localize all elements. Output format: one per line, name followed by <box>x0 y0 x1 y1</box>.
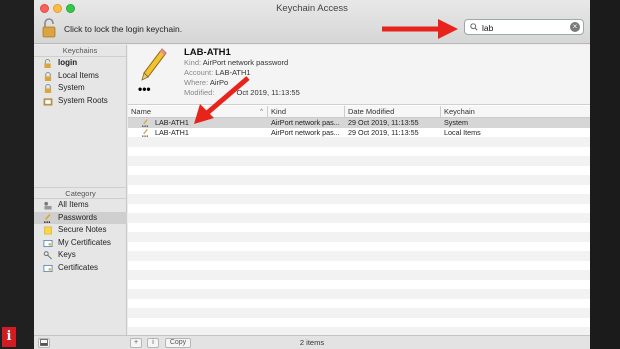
category-section: Category All Items Passwords Secure Note… <box>34 187 127 274</box>
sidebar-item-system[interactable]: System <box>34 82 126 95</box>
lock-open-icon <box>44 59 51 68</box>
sidebar-item-system-roots[interactable]: System Roots <box>34 95 126 108</box>
clear-search-icon[interactable]: × <box>570 22 580 32</box>
empty-row <box>128 166 590 176</box>
empty-rows <box>128 137 590 346</box>
empty-row <box>128 194 590 204</box>
password-pencil-icon <box>142 128 148 137</box>
window-title: Keychain Access <box>276 3 348 14</box>
sidebar-item-label: Passwords <box>58 212 98 222</box>
title-toolbar: Keychain Access Click to lock the login … <box>34 0 590 44</box>
kind-value: AirPort network password <box>202 58 289 67</box>
sidebar-item-label: Keys <box>58 250 76 259</box>
cell-kind: AirPort network pas... <box>271 118 340 127</box>
empty-row <box>128 299 590 309</box>
sidebar-item-secure-notes[interactable]: Secure Notes <box>34 224 127 237</box>
add-item-button[interactable]: + <box>130 338 142 348</box>
empty-row <box>128 147 590 157</box>
sidebar-item-local-items[interactable]: Local Items <box>34 70 126 83</box>
sidebar-item-label: Certificates <box>58 262 99 272</box>
cell-date: 29 Oct 2019, 11:13:55 <box>348 127 419 137</box>
keychain-window: Keychain Access Click to lock the login … <box>34 0 590 349</box>
empty-row <box>128 204 590 214</box>
kind-label: Kind: <box>184 58 202 67</box>
detail-title: LAB-ATH1 <box>184 47 231 58</box>
note-icon <box>44 226 52 235</box>
empty-row <box>128 232 590 242</box>
password-pencil-icon <box>142 119 148 127</box>
table-row[interactable]: LAB-ATH1 AirPort network pas... 29 Oct 2… <box>128 128 590 138</box>
sidebar-item-label: Local Items <box>58 70 99 80</box>
empty-row <box>128 308 590 318</box>
empty-row <box>128 318 590 328</box>
column-label: Name <box>131 107 152 116</box>
sidebar: Keychains login Local Items System Syste… <box>34 45 127 335</box>
lock-keychain-label[interactable]: Click to lock the login keychain. <box>64 24 182 34</box>
certificate-icon <box>43 264 53 272</box>
detail-kind: Kind: AirPort network password <box>184 58 288 67</box>
cell-kind: AirPort network pas... <box>271 127 340 137</box>
annotation-arrow-search <box>382 19 458 39</box>
folder-icon <box>43 98 53 105</box>
keychains-heading: Keychains <box>34 45 126 57</box>
empty-row <box>128 156 590 166</box>
password-pencil-icon <box>141 48 167 81</box>
pencil-dots-icon <box>44 213 51 223</box>
annotation-arrow-row <box>194 76 250 124</box>
column-header-date-modified[interactable]: Date Modified <box>345 106 441 118</box>
certificate-icon <box>43 239 53 247</box>
sort-ascending-icon: ^ <box>260 109 263 115</box>
sidebar-item-label: System Roots <box>58 95 108 105</box>
bottom-bar: 2 items + i Copy <box>34 335 590 349</box>
empty-row <box>128 289 590 299</box>
empty-row <box>128 185 590 195</box>
info-button[interactable]: i <box>147 338 159 348</box>
cell-date: 29 Oct 2019, 11:13:55 <box>348 118 419 127</box>
sidebar-item-label: login <box>58 58 78 67</box>
sidebar-item-label: Secure Notes <box>58 225 107 234</box>
cell-keychain: Local Items <box>444 127 481 137</box>
empty-row <box>128 251 590 261</box>
empty-row <box>128 137 590 147</box>
empty-row <box>128 213 590 223</box>
sidebar-item-my-certificates[interactable]: My Certificates <box>34 237 127 250</box>
empty-row <box>128 261 590 271</box>
sidebar-item-label: System <box>58 83 85 92</box>
lock-icon <box>44 84 52 93</box>
search-field[interactable]: lab × <box>464 19 584 35</box>
column-header-kind[interactable]: Kind <box>268 106 345 118</box>
items-table: Name ^ Kind Date Modified Keychain LAB-AT… <box>128 106 590 346</box>
key-icon <box>43 251 52 260</box>
search-icon <box>470 23 478 31</box>
sidebar-item-all-items[interactable]: All Items <box>34 199 127 212</box>
category-heading: Category <box>34 187 127 199</box>
sidebar-item-passwords[interactable]: Passwords <box>34 211 127 224</box>
sidebar-item-keys[interactable]: Keys <box>34 249 127 262</box>
copy-button[interactable]: Copy <box>165 338 191 348</box>
lock-open-icon[interactable] <box>42 18 56 38</box>
sidebar-item-certificates[interactable]: Certificates <box>34 262 127 275</box>
sidebar-item-login[interactable]: login <box>34 57 126 70</box>
background-edge <box>590 0 620 349</box>
search-input[interactable]: lab <box>482 23 493 33</box>
sidebar-item-label: All Items <box>58 200 89 209</box>
column-header-keychain[interactable]: Keychain <box>441 106 590 118</box>
lock-icon <box>44 71 52 81</box>
item-count: 2 items <box>299 338 325 347</box>
screen: Keychain Access Click to lock the login … <box>0 0 620 349</box>
brand-logo: i <box>2 327 16 347</box>
empty-row <box>128 242 590 252</box>
empty-row <box>128 280 590 290</box>
empty-row <box>128 175 590 185</box>
cell-keychain: System <box>444 118 468 127</box>
cell-name: LAB-ATH1 <box>155 127 189 137</box>
password-dots: ••• <box>138 82 151 96</box>
empty-row <box>128 270 590 280</box>
key-people-icon <box>44 201 52 210</box>
empty-row <box>128 223 590 233</box>
sidebar-item-label: My Certificates <box>58 237 111 247</box>
